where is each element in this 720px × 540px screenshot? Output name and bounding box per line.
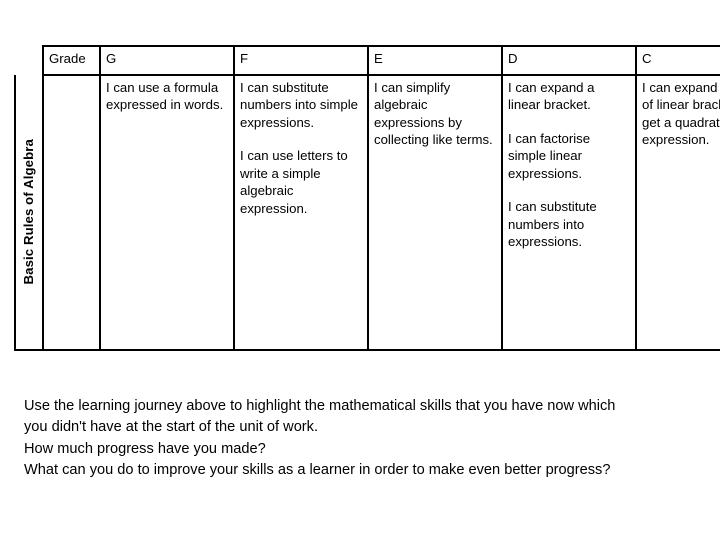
header-grade-g: G (99, 45, 235, 76)
cell-grade-e: I can simplify algebraic expressions by … (367, 73, 503, 351)
header-grade: Grade (42, 45, 101, 76)
skill-statement: I can simplify algebraic expressions by … (374, 79, 493, 148)
cell-grade-f: I can substitute numbers into simple exp… (233, 73, 369, 351)
row-label-cell: Basic Rules of Algebra (14, 74, 44, 351)
header-grade-e: E (367, 45, 503, 76)
skill-statement: I can factorise simple linear expression… (508, 130, 591, 181)
header-grade-d: D (501, 45, 637, 76)
learning-journey-table-wrapper: Grade G F E D C Basic Rules of Algebra I… (14, 45, 720, 351)
cell-grade-d: I can expand a linear bracket. I can fac… (501, 73, 637, 351)
row-label-text: Basic Rules of Algebra (21, 138, 37, 285)
table-row: Basic Rules of Algebra I can use a formu… (14, 73, 720, 351)
skill-statement: I can expand a pair of linear brackets t… (642, 79, 720, 148)
skill-statement: I can expand a linear bracket. (508, 79, 595, 113)
footer-line: What can you do to improve your skills a… (24, 461, 611, 478)
cell-grade-c: I can expand a pair of linear brackets t… (635, 73, 720, 351)
slide-page: Grade G F E D C Basic Rules of Algebra I… (0, 0, 720, 540)
footer-line: Use the learning journey above to highli… (24, 398, 616, 414)
skill-statement: I can use letters to write a simple alge… (240, 148, 348, 216)
footer-line: you didn't have at the start of the unit… (24, 419, 319, 436)
skill-statement: I can substitute numbers into expression… (508, 199, 597, 250)
learning-journey-table: Grade G F E D C Basic Rules of Algebra I… (14, 45, 720, 351)
header-grade-c: C (635, 45, 720, 76)
footer-line: How much progress have you made? (24, 440, 266, 457)
table-header-row: Grade G F E D C (15, 45, 720, 76)
footer-instructions: Use the learning journey above to highli… (24, 396, 704, 481)
cell-grade-blank (42, 73, 101, 351)
header-grade-f: F (233, 45, 369, 76)
cell-grade-g: I can use a formula expressed in words. (99, 73, 235, 351)
skill-statement: I can substitute numbers into simple exp… (240, 79, 359, 130)
skill-statement: I can use a formula expressed in words. (106, 79, 224, 113)
table-corner-cell (15, 46, 43, 75)
